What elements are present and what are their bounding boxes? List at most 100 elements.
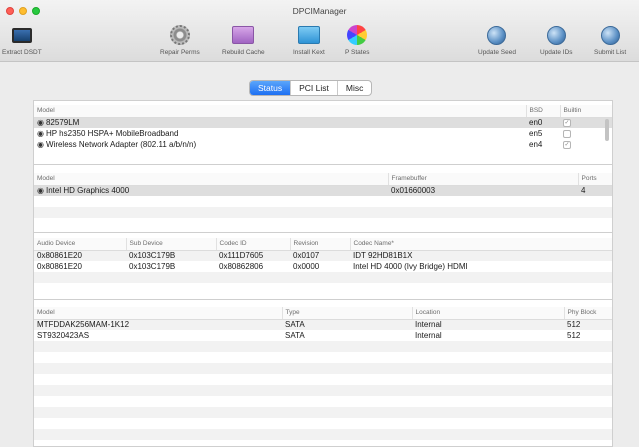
eye-icon: ◉ [37, 118, 44, 128]
column-header-phy-block[interactable]: Phy Block [564, 307, 612, 320]
audio-panel: Audio Device Sub Device Codec ID Revisio… [34, 238, 612, 300]
table-row [34, 407, 612, 418]
table-row [34, 207, 612, 218]
audio-device: 0x80861E20 [37, 262, 82, 271]
submit-list-label: Submit List [594, 49, 627, 56]
title-bar: DPCIManager Extract DSDT Repair Perms Re… [0, 0, 639, 62]
rebuild-cache-label: Rebuild Cache [222, 49, 265, 56]
extract-dsdt-label: Extract DSDT [2, 49, 42, 56]
builtin-checkbox[interactable]: ✓ [563, 140, 571, 149]
builtin-checkbox[interactable]: ✓ [563, 119, 571, 128]
column-header-codec-id[interactable]: Codec ID [216, 238, 291, 251]
update-ids-label: Update IDs [540, 49, 573, 56]
table-row [34, 374, 612, 385]
table-row [34, 418, 612, 429]
column-header-builtin[interactable]: Builtin [560, 105, 612, 118]
table-row[interactable]: ◉ Intel HD Graphics 4000 0x01660003 4 [34, 185, 612, 196]
update-seed-label: Update Seed [478, 49, 516, 56]
globe-icon [487, 25, 507, 45]
network-bsd: en0 [526, 117, 560, 128]
extract-dsdt-button[interactable]: Extract DSDT [2, 24, 42, 56]
audio-table: Audio Device Sub Device Codec ID Revisio… [34, 238, 612, 283]
column-header-model[interactable]: Model [34, 307, 283, 320]
network-model: 82579LM [45, 118, 80, 128]
eye-icon: ◉ [37, 186, 44, 196]
table-row[interactable]: ◉ HP hs2350 HSPA+ MobileBroadband en5 [34, 128, 612, 139]
audio-codec-name: IDT 92HD81B1X [350, 250, 612, 261]
status-content: Model BSD Builtin ◉ 82579LM en0 ✓ ◉ HP hs2… [33, 100, 613, 447]
repair-perms-label: Repair Perms [160, 49, 200, 56]
table-row [34, 396, 612, 407]
table-row [34, 363, 612, 374]
graphics-table: Model Framebuffer Ports ◉ Intel HD Graphi… [34, 173, 612, 218]
table-row[interactable]: 0x80861E20 0x103C179B 0x80862806 0x0000 … [34, 261, 612, 272]
column-header-location[interactable]: Location [412, 307, 565, 320]
table-row [34, 352, 612, 363]
column-header-model[interactable]: Model [34, 173, 389, 186]
network-model: Wireless Network Adapter (802.11 a/b/n/n… [45, 140, 197, 149]
column-header-model[interactable]: Model [34, 105, 527, 118]
audio-revision: 0x0000 [293, 262, 320, 271]
column-header-codec-name[interactable]: Codec Name* [350, 238, 612, 251]
graphics-panel: Model Framebuffer Ports ◉ Intel HD Graphi… [34, 173, 612, 233]
table-row[interactable]: ◉ Wireless Network Adapter (802.11 a/b/n/… [34, 139, 612, 150]
table-row [34, 196, 612, 207]
gear-icon [169, 25, 190, 45]
p-states-button[interactable]: P States [345, 24, 369, 56]
table-row [34, 385, 612, 396]
update-ids-button[interactable]: Update IDs [540, 24, 573, 56]
table-row[interactable]: MTFDDAK256MAM-1K12 SATA Internal 512 [34, 319, 612, 330]
storage-type: SATA [285, 331, 305, 340]
audio-codec-id: 0x111D7605 [216, 250, 290, 261]
repair-perms-button[interactable]: Repair Perms [160, 24, 200, 56]
install-kext-label: Install Kext [293, 49, 325, 56]
scrollbar[interactable] [605, 119, 609, 141]
update-seed-button[interactable]: Update Seed [478, 24, 516, 56]
column-header-type[interactable]: Type [282, 307, 413, 320]
table-row [34, 429, 612, 440]
storage-type: SATA [282, 319, 412, 330]
graphics-framebuffer: 0x01660003 [388, 185, 578, 196]
storage-location: Internal [415, 331, 442, 340]
column-header-framebuffer[interactable]: Framebuffer [388, 173, 579, 186]
column-header-audio-device[interactable]: Audio Device [34, 238, 127, 251]
rebuild-cache-button[interactable]: Rebuild Cache [222, 24, 265, 56]
storage-model: MTFDDAK256MAM-1K12 [34, 319, 282, 330]
tab-status[interactable]: Status [250, 81, 291, 95]
globe-icon [600, 25, 620, 45]
tab-misc[interactable]: Misc [336, 81, 371, 95]
kext-icon [297, 26, 320, 44]
graphics-model: Intel HD Graphics 4000 [45, 186, 130, 196]
color-wheel-icon [347, 25, 368, 45]
table-row[interactable]: ST9320423AS SATA Internal 512 [34, 330, 612, 341]
table-row[interactable]: 0x80861E20 0x103C179B 0x111D7605 0x0107 … [34, 250, 612, 261]
audio-codec-id: 0x80862806 [219, 262, 264, 271]
column-header-ports[interactable]: Ports [578, 173, 612, 186]
audio-device: 0x80861E20 [34, 250, 126, 261]
column-header-sub-device[interactable]: Sub Device [126, 238, 217, 251]
tab-bar: Status PCI List Misc [249, 80, 373, 96]
monitor-icon [11, 27, 32, 43]
network-table: Model BSD Builtin ◉ 82579LM en0 ✓ ◉ HP hs2… [34, 105, 612, 150]
table-row[interactable]: ◉ 82579LM en0 ✓ [34, 117, 612, 128]
submit-list-button[interactable]: Submit List [594, 24, 626, 56]
network-bsd: en4 [529, 140, 543, 149]
window-title: DPCIManager [292, 6, 347, 16]
table-row [34, 272, 612, 283]
table-row [34, 341, 612, 352]
audio-sub-device: 0x103C179B [129, 262, 176, 271]
column-header-bsd[interactable]: BSD [526, 105, 561, 118]
tab-pci-list[interactable]: PCI List [290, 81, 337, 95]
network-panel: Model BSD Builtin ◉ 82579LM en0 ✓ ◉ HP hs2… [34, 105, 612, 165]
storage-table: Model Type Location Phy Block MTFDDAK256… [34, 307, 612, 440]
audio-codec-name: Intel HD 4000 (Ivy Bridge) HDMI [353, 262, 468, 271]
column-header-revision[interactable]: Revision [290, 238, 351, 251]
storage-model: ST9320423AS [37, 331, 90, 340]
graphics-ports: 4 [578, 185, 612, 196]
network-model: HP hs2350 HSPA+ MobileBroadband [45, 129, 179, 138]
storage-phy-block: 512 [567, 331, 581, 340]
builtin-checkbox[interactable] [563, 129, 571, 138]
storage-phy-block: 512 [564, 319, 612, 330]
install-kext-button[interactable]: Install Kext [293, 24, 325, 56]
storage-panel: Model Type Location Phy Block MTFDDAK256… [34, 307, 612, 447]
